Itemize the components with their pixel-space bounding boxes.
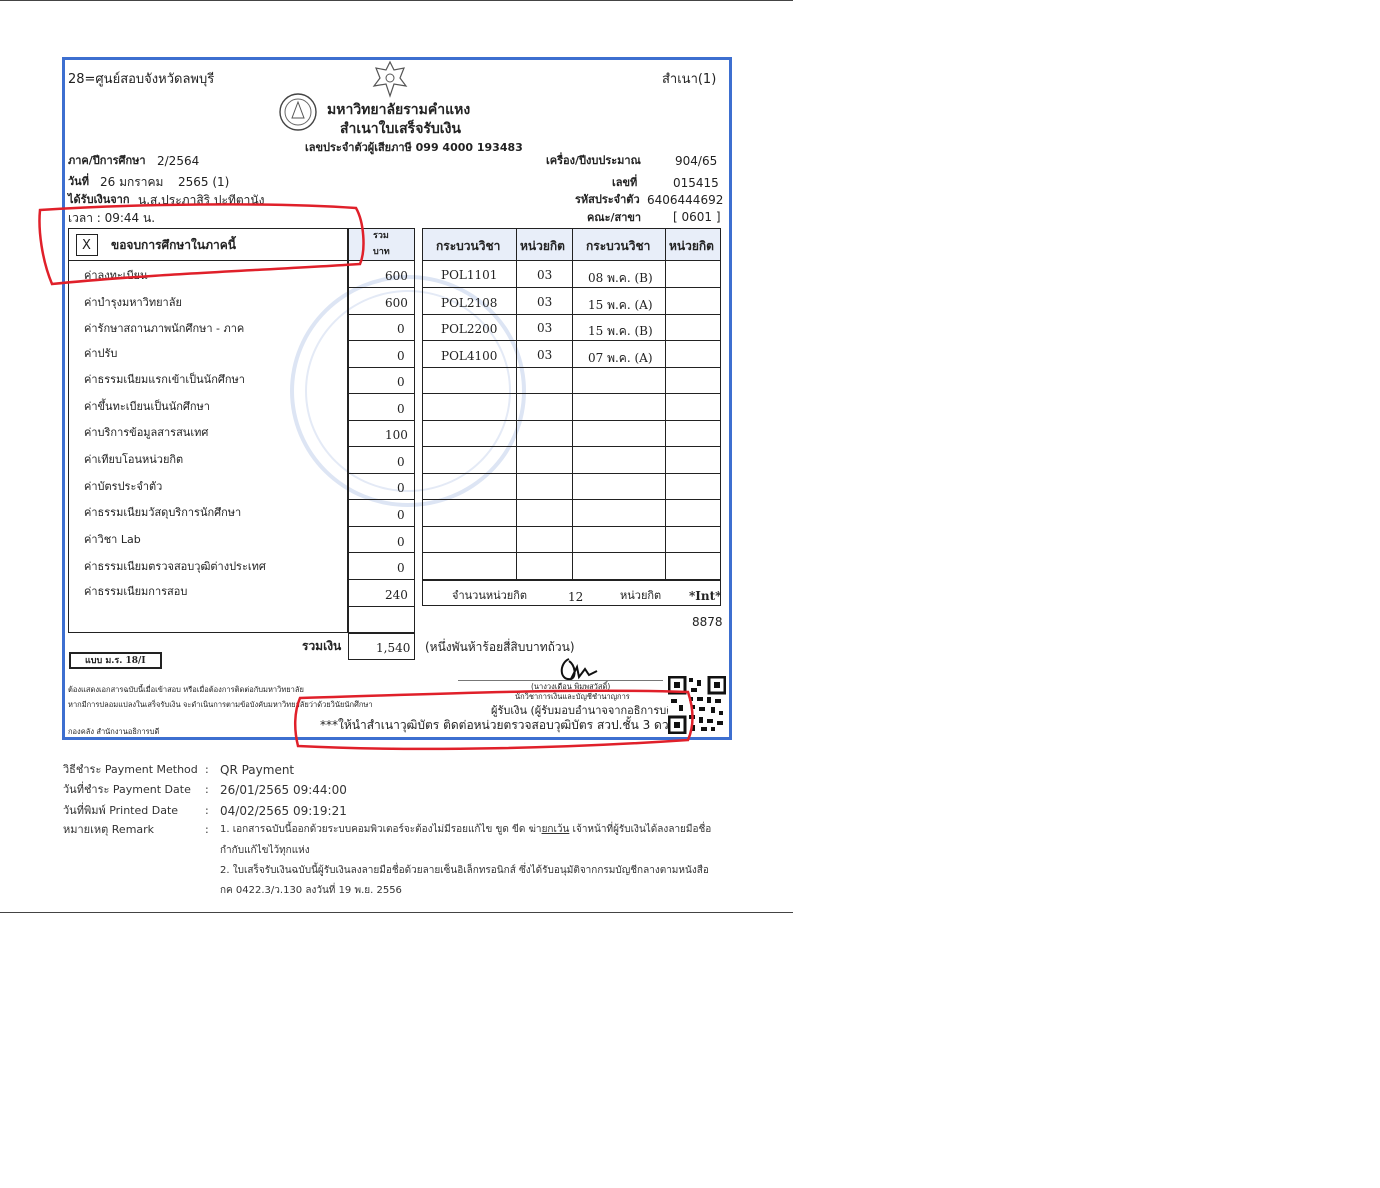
- fee-amount-status: 0: [397, 322, 405, 336]
- credits-unit: หน่วยกิต: [620, 589, 662, 602]
- course-col-left-header: กระบวนวิชา: [436, 239, 501, 253]
- credit-col-right-header: หน่วยกิต: [669, 239, 714, 253]
- reference-number: 8878: [692, 615, 723, 629]
- document-title: สำเนาใบเสร็จรับเงิน: [340, 121, 461, 137]
- course-col-right-header: กระบวนวิชา: [586, 239, 651, 253]
- payment-date-value: 26/01/2565 09:44:00: [220, 783, 347, 797]
- colon-3: :: [205, 804, 209, 817]
- colon-2: :: [205, 783, 209, 796]
- tax-id: เลขประจำตัวผู้เสียภาษี 099 4000 193483: [305, 141, 523, 154]
- fee-label-id-card: ค่าบัตรประจำตัว: [84, 480, 163, 493]
- fee-amount-maintenance: 600: [385, 296, 408, 310]
- course-credit-2: 03: [537, 295, 553, 309]
- credits-value: 12: [568, 590, 584, 604]
- fee-label-status: ค่ารักษาสถานภาพนักศึกษา - ภาค: [84, 322, 245, 335]
- remark-1-text-b: เจ้าหน้าที่ผู้รับเงินได้ลงลายมือชื่อ: [569, 824, 712, 835]
- course-code-2: POL2108: [441, 296, 498, 310]
- fee-label-transfer: ค่าเทียบโอนหน่วยกิต: [84, 453, 184, 466]
- receipt-no-value: 015415: [673, 176, 719, 190]
- total-label: รวมเงิน: [302, 639, 342, 653]
- colon-4: :: [205, 823, 209, 836]
- fee-amount-lab: 0: [397, 535, 405, 549]
- payment-method-value: QR Payment: [220, 763, 295, 777]
- exam-date-4: 07 พ.ค. (A): [588, 351, 653, 365]
- red-annotation-circle-top: [38, 203, 365, 286]
- payment-method-label: วิธีชำระ Payment Method: [63, 763, 198, 776]
- signature-line: [458, 680, 663, 681]
- int-label: *Int*: [689, 589, 722, 603]
- fee-amount-foreign-degree: 0: [397, 561, 405, 575]
- copy-label: สำเนา(1): [662, 72, 717, 87]
- fee-amount-materials: 0: [397, 508, 405, 522]
- fee-amount-exam: 240: [385, 588, 408, 602]
- fee-label-materials: ค่าธรรมเนียมวัสดุบริการนักศึกษา: [84, 506, 242, 519]
- term-value: 2/2564: [157, 154, 200, 168]
- red-annotation-circle-bottom: [294, 689, 694, 751]
- machine-label: เครื่อง/ปีงบประมาณ: [546, 154, 641, 167]
- department-label: กองคลัง สำนักงานอธิการบดี: [68, 727, 160, 736]
- fee-amount-info-service: 100: [385, 428, 408, 442]
- course-credit-3: 03: [537, 321, 553, 335]
- fee-label-maintenance: ค่าบำรุงมหาวิทยาลัย: [84, 296, 182, 309]
- term-label: ภาค/ปีการศึกษา: [68, 154, 146, 167]
- fee-label-lab: ค่าวิชา Lab: [84, 533, 141, 546]
- exam-center-label: 28=ศูนย์สอบจังหวัดลพบุรี: [68, 72, 215, 87]
- course-credit-4: 03: [537, 348, 553, 362]
- remark-1-text-a: 1. เอกสารฉบับนี้ออกด้วยระบบคอมพิวเตอร์จะ…: [220, 824, 542, 835]
- form-label-box: แบบ ม.ร. 18/I: [69, 652, 162, 669]
- total-in-words: (หนึ่งพันห้าร้อยสี่สิบบาทถ้วน): [425, 640, 575, 654]
- faculty-value: [ 0601 ]: [673, 210, 721, 224]
- remark-1-line-2: กำกับแก้ไขไว้ทุกแห่ง: [220, 845, 310, 856]
- form-label: แบบ ม.ร. 18/I: [85, 656, 146, 666]
- payment-date-label: วันที่ชำระ Payment Date: [63, 783, 191, 796]
- credits-label: จำนวนหน่วยกิต: [452, 589, 528, 602]
- fee-amount-fine: 0: [397, 349, 405, 363]
- printed-date-label: วันที่พิมพ์ Printed Date: [63, 804, 179, 817]
- course-code-4: POL4100: [441, 349, 498, 363]
- student-id-value: 6406444692: [647, 193, 724, 207]
- fee-amount-id-card: 0: [397, 481, 405, 495]
- fee-label-exam: ค่าธรรมเนียมการสอบ: [84, 585, 188, 598]
- top-rule: [0, 0, 793, 1]
- course-credit-1: 03: [537, 268, 553, 282]
- printed-date-value: 04/02/2565 09:19:21: [220, 804, 347, 818]
- remark-2-line-2: กค 0422.3/ว.130 ลงวันที่ 19 พ.ย. 2556: [220, 885, 402, 896]
- credit-col-left-header: หน่วยกิต: [520, 239, 565, 253]
- remark-label: หมายเหตุ Remark: [63, 823, 155, 836]
- fee-amount-enrollment: 0: [397, 402, 405, 416]
- university-logo-icon: [279, 93, 317, 131]
- date-year: 2565 (1): [178, 175, 230, 189]
- remark-1-line-1: 1. เอกสารฉบับนี้ออกด้วยระบบคอมพิวเตอร์จะ…: [220, 825, 711, 835]
- fee-amount-entry: 0: [397, 375, 405, 389]
- receipt-no-label: เลขที่: [612, 176, 638, 189]
- university-name: มหาวิทยาลัยรามคำแหง: [327, 102, 471, 118]
- fee-label-fine: ค่าปรับ: [84, 347, 118, 360]
- student-id-label: รหัสประจำตัว: [575, 193, 640, 206]
- colon-1: :: [205, 763, 209, 776]
- fee-label-entry: ค่าธรรมเนียมแรกเข้าเป็นนักศึกษา: [84, 373, 245, 386]
- fee-label-info-service: ค่าบริการข้อมูลสารสนเทศ: [84, 426, 209, 439]
- fee-label-foreign-degree: ค่าธรรมเนียมตรวจสอบวุฒิต่างประเทศ: [84, 560, 266, 573]
- remark-2-line-1: 2. ใบเสร็จรับเงินฉบับนี้ผู้รับเงินลงลายม…: [220, 865, 709, 876]
- fee-amount-registration: 600: [385, 269, 408, 283]
- total-box: 1,540: [348, 633, 415, 660]
- machine-value: 904/65: [675, 154, 718, 168]
- remark-1-underlined: ยกเว้น: [541, 824, 570, 835]
- exam-date-3: 15 พ.ค. (B): [588, 324, 653, 338]
- total-value: 1,540: [376, 641, 411, 655]
- note-line-1: ต้องแสดงเอกสารฉบับนี้เมื่อเข้าสอบ หรือเม…: [68, 685, 304, 694]
- exam-date-2: 15 พ.ค. (A): [588, 298, 653, 312]
- fee-label-enrollment: ค่าขึ้นทะเบียนเป็นนักศึกษา: [84, 400, 210, 413]
- fee-amount-transfer: 0: [397, 455, 405, 469]
- date-day: 26 มกราคม: [100, 175, 164, 189]
- bottom-rule: [0, 912, 793, 913]
- course-code-3: POL2200: [441, 322, 498, 336]
- exam-date-1: 08 พ.ค. (B): [588, 271, 653, 285]
- date-label: วันที่: [68, 175, 89, 188]
- garuda-emblem-icon: [372, 60, 408, 98]
- course-code-1: POL1101: [441, 268, 498, 282]
- faculty-label: คณะ/สาขา: [587, 211, 642, 224]
